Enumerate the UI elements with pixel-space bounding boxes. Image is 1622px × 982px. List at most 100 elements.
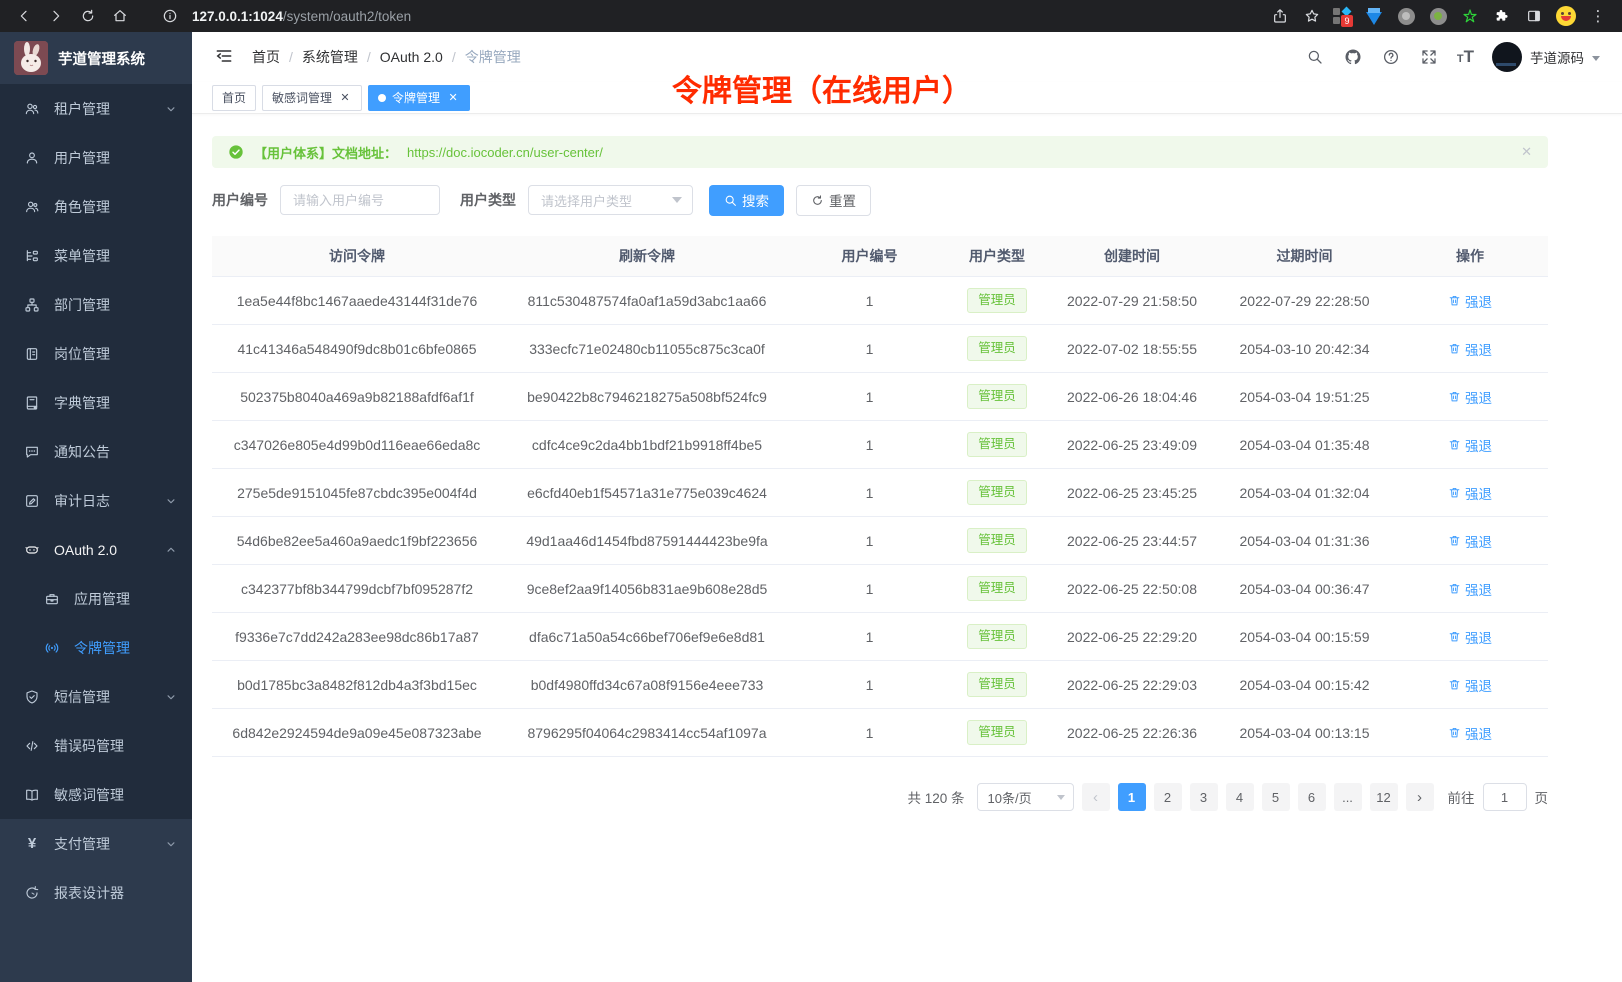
sidebar-item-14[interactable]: 敏感词管理 [0, 770, 192, 819]
sidebar-item-5[interactable]: 岗位管理 [0, 329, 192, 378]
page-button-12[interactable]: 12 [1370, 783, 1398, 811]
force-logout-button[interactable]: 强退 [1448, 339, 1492, 359]
help-icon[interactable] [1381, 47, 1401, 67]
sidebar-item-0[interactable]: 租户管理 [0, 84, 192, 133]
sidebar-item-label: 用户管理 [54, 148, 178, 168]
sidebar-item-label: 支付管理 [54, 834, 164, 854]
sidebar-item-10[interactable]: 应用管理 [0, 574, 192, 623]
user-type-select[interactable]: 请选择用户类型 [528, 185, 693, 215]
side-panel-icon[interactable] [1520, 4, 1548, 28]
force-logout-button[interactable]: 强退 [1448, 291, 1492, 311]
force-logout-button[interactable]: 强退 [1448, 579, 1492, 599]
bookmark-star-icon[interactable] [1298, 4, 1326, 28]
tag-1[interactable]: 敏感词管理 ✕ [262, 85, 362, 111]
back-icon[interactable] [10, 4, 38, 28]
profile-avatar-icon[interactable] [1552, 4, 1580, 28]
sidebar-item-11[interactable]: 令牌管理 [0, 623, 192, 672]
table-row: 502375b8040a469a9b82188afdf6af1f be90422… [212, 373, 1548, 421]
goto-page-input[interactable] [1483, 783, 1527, 811]
trash-icon [1448, 534, 1461, 547]
breadcrumb-item[interactable]: 首页 [252, 47, 280, 67]
force-logout-button[interactable]: 强退 [1448, 483, 1492, 503]
page-info-icon[interactable] [156, 4, 184, 28]
sidebar-item-9[interactable]: OAuth 2.0 [0, 525, 192, 574]
browser-menu-icon[interactable]: ⋮ [1584, 4, 1612, 28]
sidebar-item-2[interactable]: 角色管理 [0, 182, 192, 231]
fullscreen-icon[interactable] [1419, 47, 1439, 67]
sidebar-item-13[interactable]: 错误码管理 [0, 721, 192, 770]
extension-record-icon[interactable] [1424, 4, 1452, 28]
force-logout-button[interactable]: 强退 [1448, 723, 1492, 743]
cell-refresh-token: 49d1aa46d1454fbd87591444423be9fa [502, 517, 792, 564]
forward-icon[interactable] [42, 4, 70, 28]
page-button-2[interactable]: 2 [1154, 783, 1182, 811]
sidebar-item-16[interactable]: 报表设计器 [0, 868, 192, 917]
force-logout-label: 强退 [1465, 435, 1492, 455]
next-page-button[interactable]: › [1406, 783, 1434, 811]
force-logout-button[interactable]: 强退 [1448, 435, 1492, 455]
font-size-icon[interactable]: TT [1457, 47, 1474, 67]
user-menu[interactable]: 芋道源码 [1492, 42, 1600, 72]
sidebar-item-3[interactable]: 菜单管理 [0, 231, 192, 280]
share-icon[interactable] [1266, 4, 1294, 28]
column-header: 创建时间 [1047, 236, 1217, 276]
home-icon[interactable] [106, 4, 134, 28]
user-id-input[interactable] [280, 185, 440, 215]
extension-tag-manager-icon[interactable]: 9 [1330, 4, 1356, 28]
cell-user-type: 管理员 [947, 565, 1047, 612]
alert-close-icon[interactable]: ✕ [1521, 144, 1532, 160]
tag-close-icon[interactable]: ✕ [338, 91, 352, 105]
page-button-...[interactable]: ... [1334, 783, 1362, 811]
trash-icon [1448, 726, 1461, 739]
breadcrumb-item[interactable]: 系统管理 [302, 47, 358, 67]
sidebar-item-label: 部门管理 [54, 295, 178, 315]
breadcrumb-item[interactable]: OAuth 2.0 [380, 49, 443, 65]
filter-form: 用户编号 用户类型 请选择用户类型 搜索 重置 [212, 184, 1548, 216]
force-logout-button[interactable]: 强退 [1448, 627, 1492, 647]
extension-gem-icon[interactable] [1360, 4, 1388, 28]
sidebar-item-15[interactable]: ¥ 支付管理 [0, 819, 192, 868]
cell-actions: 强退 [1392, 613, 1548, 660]
reload-icon[interactable] [74, 4, 102, 28]
sidebar-item-12[interactable]: 短信管理 [0, 672, 192, 721]
cell-expires: 2054-03-04 00:15:59 [1217, 613, 1392, 660]
error-code-icon [24, 738, 40, 754]
user-type-badge: 管理员 [967, 480, 1027, 505]
sidebar-item-6[interactable]: 字典管理 [0, 378, 192, 427]
sidebar-item-8[interactable]: 审计日志 [0, 476, 192, 525]
force-logout-button[interactable]: 强退 [1448, 531, 1492, 551]
extensions-puzzle-icon[interactable] [1488, 4, 1516, 28]
page-button-1[interactable]: 1 [1118, 783, 1146, 811]
force-logout-button[interactable]: 强退 [1448, 387, 1492, 407]
breadcrumb-item: 令牌管理 [465, 47, 521, 67]
force-logout-button[interactable]: 强退 [1448, 675, 1492, 695]
tag-0[interactable]: 首页 [212, 85, 256, 111]
breadcrumb-separator: / [367, 49, 371, 65]
github-icon[interactable] [1343, 47, 1363, 67]
doc-link[interactable]: https://doc.iocoder.cn/user-center/ [407, 145, 603, 160]
reset-button[interactable]: 重置 [796, 185, 871, 216]
page-button-4[interactable]: 4 [1226, 783, 1254, 811]
tag-close-icon[interactable]: ✕ [446, 91, 460, 105]
prev-page-button[interactable]: ‹ [1082, 783, 1110, 811]
tag-2[interactable]: 令牌管理 ✕ [368, 85, 470, 111]
sidebar-item-7[interactable]: 通知公告 [0, 427, 192, 476]
search-button[interactable]: 搜索 [709, 185, 784, 216]
address-bar[interactable]: 127.0.0.1:1024/system/oauth2/token [156, 4, 1262, 28]
search-icon[interactable] [1305, 47, 1325, 67]
page-button-6[interactable]: 6 [1298, 783, 1326, 811]
logo-bar[interactable]: 芋道管理系统 [0, 32, 192, 84]
extension-command-icon[interactable] [1392, 4, 1420, 28]
force-logout-label: 强退 [1465, 483, 1492, 503]
page-size-select[interactable]: 10条/页 [977, 783, 1074, 811]
url-host: 127.0.0.1:1024 [192, 9, 283, 24]
sidebar-item-label: 令牌管理 [74, 638, 178, 658]
cell-actions: 强退 [1392, 373, 1548, 420]
sidebar-item-4[interactable]: 部门管理 [0, 280, 192, 329]
sidebar-collapse-icon[interactable] [214, 46, 236, 68]
extension-evernote-star-icon[interactable] [1456, 4, 1484, 28]
sidebar-item-1[interactable]: 用户管理 [0, 133, 192, 182]
page-button-5[interactable]: 5 [1262, 783, 1290, 811]
chevron-down-icon [164, 494, 178, 508]
page-button-3[interactable]: 3 [1190, 783, 1218, 811]
